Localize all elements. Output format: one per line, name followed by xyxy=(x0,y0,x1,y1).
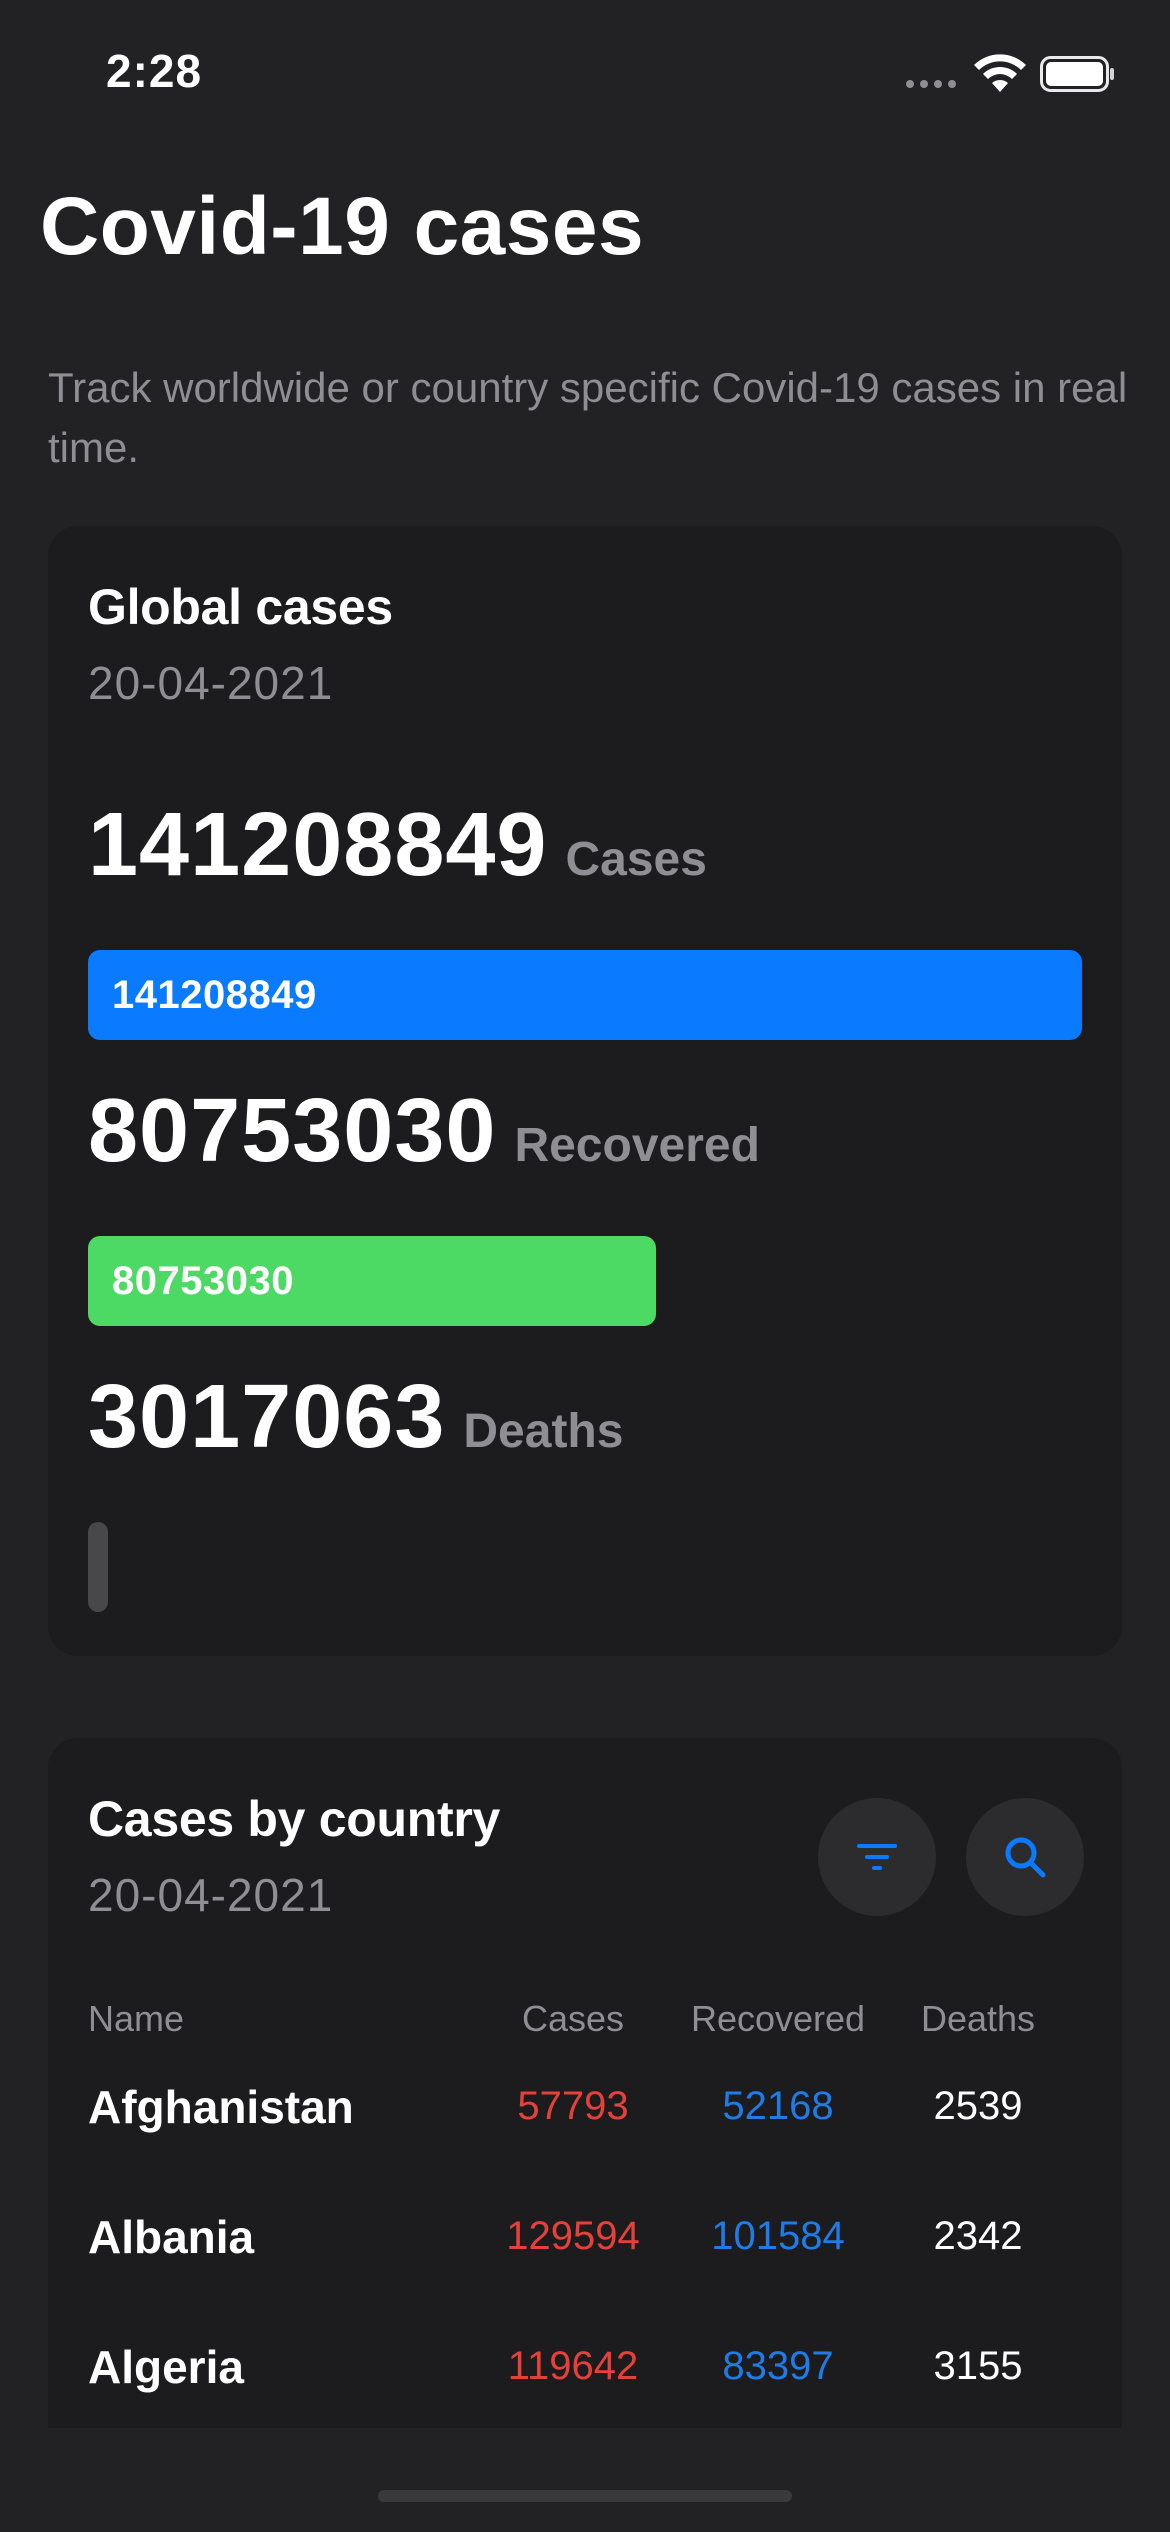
country-cases-title: Cases by country xyxy=(88,1791,501,1847)
table-header: Name Cases Recovered Deaths xyxy=(88,1998,1088,2058)
country-deaths: 2539 xyxy=(933,2084,1023,2128)
country-cases: 119642 xyxy=(507,2344,639,2388)
filter-icon xyxy=(857,1844,897,1870)
country-cases: 57793 xyxy=(517,2084,629,2128)
country-cases-date: 20-04-2021 xyxy=(88,1869,334,1921)
cases-bar: 141208849 xyxy=(88,950,1082,1040)
cases-bar-label: 141208849 xyxy=(112,972,317,1017)
recovered-bar-label: 80753030 xyxy=(112,1258,294,1303)
country-table: Name Cases Recovered Deaths Afghanistan … xyxy=(88,1998,1088,2428)
cellular-signal-icon xyxy=(906,80,956,88)
recovered-bar: 80753030 xyxy=(88,1236,656,1326)
app-screen: 2:28 Covid-19 cases Track worldwide or c… xyxy=(0,0,1170,2532)
column-header-name[interactable]: Name xyxy=(88,1998,184,2040)
recovered-value: 80753030 xyxy=(88,1081,497,1181)
table-row[interactable]: Algeria 119642 83397 3155 xyxy=(88,2318,1088,2428)
country-cases-card: Cases by country 20-04-2021 Name Cases R… xyxy=(48,1738,1122,2428)
recovered-label: Recovered xyxy=(514,1119,760,1172)
column-header-recovered[interactable]: Recovered xyxy=(678,1998,878,2040)
country-recovered: 52168 xyxy=(722,2084,834,2128)
table-row[interactable]: Albania 129594 101584 2342 xyxy=(88,2188,1088,2318)
battery-icon xyxy=(1040,56,1114,92)
country-cases: 129594 xyxy=(506,2214,640,2258)
country-recovered: 101584 xyxy=(711,2214,845,2258)
country-name: Afghanistan xyxy=(88,2081,354,2133)
wifi-icon xyxy=(974,54,1026,92)
global-cases-date: 20-04-2021 xyxy=(88,657,334,709)
deaths-label: Deaths xyxy=(463,1405,624,1458)
cases-value: 141208849 xyxy=(88,795,548,895)
recovered-stat: 80753030 Recovered xyxy=(88,1080,760,1183)
search-icon xyxy=(1005,1837,1046,1878)
cases-label: Cases xyxy=(565,833,707,886)
status-time: 2:28 xyxy=(106,45,203,97)
status-bar: 2:28 xyxy=(0,0,1170,150)
cases-stat: 141208849 Cases xyxy=(88,794,707,897)
filter-button[interactable] xyxy=(818,1798,936,1916)
column-header-deaths[interactable]: Deaths xyxy=(898,1998,1058,2040)
table-row[interactable]: Afghanistan 57793 52168 2539 xyxy=(88,2058,1088,2188)
country-deaths: 3155 xyxy=(933,2344,1023,2388)
page-title: Covid-19 cases xyxy=(40,181,645,272)
deaths-value: 3017063 xyxy=(88,1367,446,1467)
page-subtitle: Track worldwide or country specific Covi… xyxy=(48,364,1128,471)
deaths-bar xyxy=(88,1522,108,1612)
global-cases-title: Global cases xyxy=(88,579,393,635)
country-name: Albania xyxy=(88,2211,255,2263)
column-header-cases[interactable]: Cases xyxy=(488,1998,658,2040)
search-button[interactable] xyxy=(966,1798,1084,1916)
deaths-stat: 3017063 Deaths xyxy=(88,1366,623,1469)
home-indicator[interactable] xyxy=(378,2490,792,2502)
country-recovered: 83397 xyxy=(722,2344,834,2388)
global-cases-card: Global cases 20-04-2021 141208849 Cases … xyxy=(48,526,1122,1656)
country-deaths: 2342 xyxy=(933,2214,1023,2258)
country-name: Algeria xyxy=(88,2341,244,2393)
